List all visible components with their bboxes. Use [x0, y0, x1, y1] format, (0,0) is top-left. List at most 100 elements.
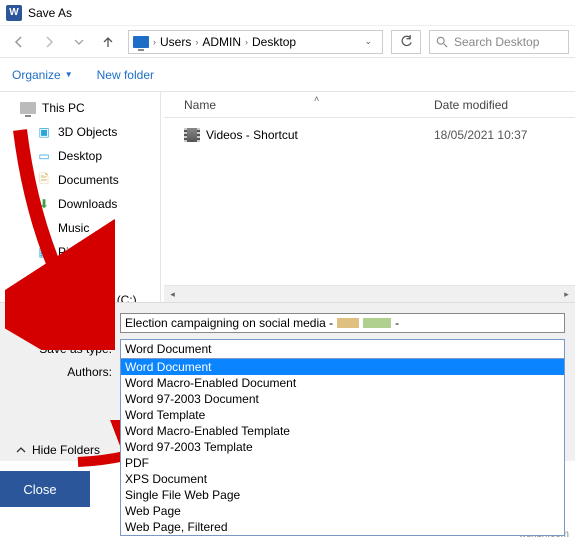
- type-option[interactable]: Word Template: [121, 407, 564, 423]
- title-bar: W Save As: [0, 0, 575, 26]
- nav-tree[interactable]: This PC ▣3D Objects ▭Desktop 🖹Documents …: [0, 92, 160, 302]
- redacted-text: [337, 318, 359, 328]
- file-row[interactable]: Videos - Shortcut 18/05/2021 10:37: [164, 124, 575, 146]
- tree-downloads[interactable]: ⬇ Downloads: [0, 192, 160, 216]
- authors-label: Authors:: [10, 365, 120, 379]
- horizontal-scrollbar[interactable]: ◂ ▸: [164, 285, 575, 302]
- filename-label: File name:: [10, 316, 120, 330]
- address-bar[interactable]: › Users › ADMIN › Desktop ⌄: [128, 30, 383, 54]
- tree-label: Local Disk (C:): [58, 293, 137, 302]
- crumb-users[interactable]: Users: [160, 35, 191, 49]
- save-as-type-select[interactable]: Word Document Word Document Word Macro-E…: [120, 339, 565, 359]
- tree-local-disk[interactable]: ▤ Local Disk (C:): [0, 288, 160, 302]
- crumb-admin[interactable]: ADMIN: [202, 35, 241, 49]
- type-option[interactable]: XPS Document: [121, 471, 564, 487]
- chevron-up-icon: [16, 445, 26, 455]
- type-option[interactable]: Word Macro-Enabled Document: [121, 375, 564, 391]
- close-button[interactable]: Close: [0, 471, 90, 507]
- type-option[interactable]: Word 97-2003 Template: [121, 439, 564, 455]
- toolbar: Organize ▼ New folder: [0, 58, 575, 92]
- tree-pictures[interactable]: ▦ Pictures: [0, 240, 160, 264]
- chevron-right-icon: ›: [153, 37, 156, 47]
- pc-icon: [20, 100, 36, 116]
- organize-menu[interactable]: Organize ▼: [12, 68, 73, 82]
- hide-folders-button[interactable]: Hide Folders: [10, 439, 106, 461]
- explorer-body: This PC ▣3D Objects ▭Desktop 🖹Documents …: [0, 92, 575, 302]
- hide-folders-label: Hide Folders: [32, 443, 100, 457]
- tree-label: Downloads: [58, 197, 117, 211]
- disk-icon: ▤: [36, 292, 52, 302]
- filename-input[interactable]: Election campaigning on social media - -: [120, 313, 565, 333]
- back-button[interactable]: [6, 30, 32, 54]
- word-app-icon: W: [6, 5, 22, 21]
- arrow-right-icon: [42, 35, 56, 49]
- arrow-left-icon: [12, 35, 26, 49]
- forward-button[interactable]: [36, 30, 62, 54]
- tree-label: This PC: [42, 101, 85, 115]
- type-option[interactable]: Web Page, Filtered: [121, 519, 564, 535]
- tree-3d-objects[interactable]: ▣ 3D Objects: [0, 120, 160, 144]
- tree-music[interactable]: ♪ Music: [0, 216, 160, 240]
- col-date[interactable]: Date modified: [434, 98, 575, 112]
- type-option-pdf[interactable]: PDF: [121, 455, 564, 471]
- organize-label: Organize: [12, 68, 61, 82]
- col-name[interactable]: Name: [164, 98, 434, 112]
- tree-label: 3D Objects: [58, 125, 117, 139]
- music-icon: ♪: [36, 220, 52, 236]
- window-title: Save As: [28, 6, 72, 20]
- new-folder-label: New folder: [97, 68, 154, 82]
- pc-icon: [133, 36, 149, 48]
- type-dropdown-list[interactable]: Word Document Word Macro-Enabled Documen…: [120, 358, 565, 536]
- filename-trailing-dash: -: [395, 316, 399, 330]
- tree-label: Pictures: [58, 245, 101, 259]
- scroll-right-icon[interactable]: ▸: [558, 286, 575, 303]
- file-name: Videos - Shortcut: [206, 128, 298, 142]
- save-form-panel: File name: Election campaigning on socia…: [0, 302, 575, 461]
- document-icon: 🖹: [36, 172, 52, 188]
- type-selected-value: Word Document: [121, 340, 564, 358]
- type-option[interactable]: Word Document: [121, 359, 564, 375]
- up-button[interactable]: [96, 30, 120, 54]
- type-option[interactable]: Word Macro-Enabled Template: [121, 423, 564, 439]
- crumb-desktop[interactable]: Desktop: [252, 35, 296, 49]
- filename-value: Election campaigning on social media -: [125, 316, 333, 330]
- tree-videos[interactable]: ▶ Videos: [0, 264, 160, 288]
- search-placeholder: Search Desktop: [454, 35, 539, 49]
- tree-desktop[interactable]: ▭Desktop: [0, 144, 160, 168]
- caret-down-icon: ▼: [65, 70, 73, 79]
- tree-label: Music: [58, 221, 89, 235]
- nav-bar: › Users › ADMIN › Desktop ⌄ Search Deskt…: [0, 26, 575, 58]
- close-label: Close: [23, 482, 56, 497]
- tree-documents[interactable]: 🖹 Documents: [0, 168, 160, 192]
- search-icon: [436, 36, 448, 48]
- picture-icon: ▦: [36, 244, 52, 260]
- chevron-right-icon: ›: [245, 37, 248, 47]
- cube-icon: ▣: [36, 124, 52, 140]
- file-list[interactable]: Videos - Shortcut 18/05/2021 10:37: [164, 118, 575, 285]
- scroll-left-icon[interactable]: ◂: [164, 286, 181, 303]
- type-option[interactable]: Word 97-2003 Document: [121, 391, 564, 407]
- type-option[interactable]: Web Page: [121, 503, 564, 519]
- tree-label: Videos: [58, 269, 94, 283]
- download-icon: ⬇: [36, 196, 52, 212]
- tree-this-pc[interactable]: This PC: [0, 96, 160, 120]
- desktop-icon: ▭: [36, 148, 52, 164]
- chevron-right-icon: ›: [195, 37, 198, 47]
- column-headers[interactable]: ˄ Name Date modified: [164, 92, 575, 118]
- tree-label: Documents: [58, 173, 119, 187]
- search-input[interactable]: Search Desktop: [429, 30, 569, 54]
- new-folder-button[interactable]: New folder: [97, 68, 154, 82]
- file-pane: ˄ Name Date modified Videos - Shortcut 1…: [164, 92, 575, 302]
- refresh-icon: [400, 35, 413, 48]
- type-option[interactable]: Single File Web Page: [121, 487, 564, 503]
- refresh-button[interactable]: [391, 30, 421, 54]
- arrow-up-icon: [101, 35, 115, 49]
- file-date: 18/05/2021 10:37: [434, 128, 575, 142]
- save-as-type-label: Save as type:: [10, 342, 120, 356]
- recent-dropdown[interactable]: [66, 30, 92, 54]
- redacted-text: [363, 318, 391, 328]
- video-icon: ▶: [36, 268, 52, 284]
- chevron-down-icon: [74, 37, 84, 47]
- address-dropdown[interactable]: ⌄: [358, 36, 378, 47]
- sort-indicator-icon: ˄: [314, 94, 319, 104]
